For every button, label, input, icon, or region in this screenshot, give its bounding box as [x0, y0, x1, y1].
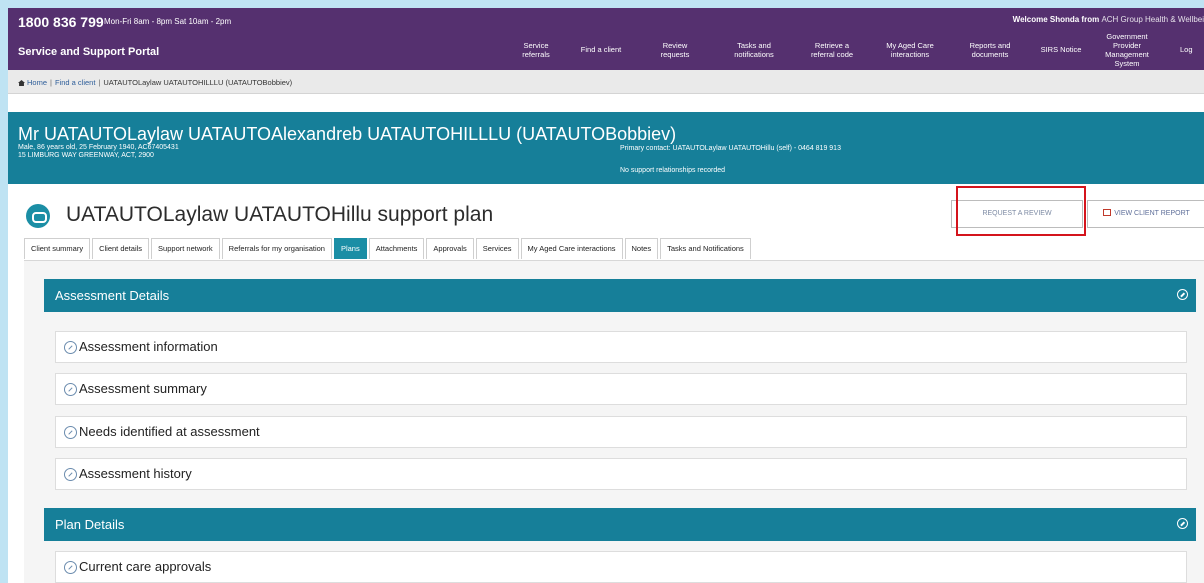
expand-icon — [64, 468, 77, 481]
accordion-assessment-information[interactable]: Assessment information — [55, 331, 1187, 363]
client-details: Male, 86 years old, 25 February 1940, AC… — [18, 144, 179, 151]
tab-support-network[interactable]: Support network — [151, 238, 220, 259]
accordion-needs-identified[interactable]: Needs identified at assessment — [55, 416, 1187, 448]
nav-service-referrals[interactable]: Service referrals — [518, 41, 554, 59]
accordion-assessment-history[interactable]: Assessment history — [55, 458, 1187, 490]
nav-retrieve-referral-code[interactable]: Retrieve a referral code — [805, 41, 859, 59]
phone-number: 1800 836 799 — [18, 14, 104, 30]
nav-government-provider-management-system[interactable]: Government Provider Management System — [1104, 32, 1150, 68]
breadcrumb-current: UATAUTOLaylaw UATAUTOHILLLU (UATAUTOBobb… — [103, 78, 293, 87]
breadcrumb: Home | Find a client | UATAUTOLaylaw UATAUTO… — [8, 70, 1204, 94]
handshake-icon — [26, 204, 50, 228]
tab-tasks-and-notifications[interactable]: Tasks and Notifications — [660, 238, 751, 259]
assessment-details-title: Assessment Details — [55, 288, 170, 303]
tab-bar: Client summary Client details Support ne… — [24, 238, 753, 260]
welcome-text: Welcome Shonda from — [1012, 15, 1100, 24]
home-icon — [18, 80, 25, 86]
expand-icon — [64, 426, 77, 439]
top-bar: 1800 836 799 Mon-Fri 8am - 8pm Sat 10am … — [8, 8, 1204, 70]
accordion-label: Current care approvals — [79, 559, 212, 574]
expand-all-icon[interactable] — [1177, 289, 1188, 300]
opening-hours: Mon-Fri 8am - 8pm Sat 10am - 2pm — [104, 17, 232, 26]
portal-title[interactable]: Service and Support Portal — [18, 46, 159, 58]
organisation-link[interactable]: ACH Group Health & Wellbei — [1101, 15, 1204, 24]
tab-my-aged-care-interactions[interactable]: My Aged Care interactions — [520, 238, 623, 259]
breadcrumb-find-client[interactable]: Find a client — [55, 78, 95, 87]
tab-client-details[interactable]: Client details — [92, 238, 150, 259]
support-relationships: No support relationships recorded — [620, 167, 726, 174]
accordion-label: Needs identified at assessment — [79, 424, 260, 439]
primary-contact: Primary contact: UATAUTOLaylaw UATAUTOHi… — [620, 145, 841, 152]
portal-window: 1800 836 799 Mon-Fri 8am - 8pm Sat 10am … — [8, 8, 1204, 583]
tab-approvals[interactable]: Approvals — [426, 238, 474, 259]
nav-find-a-client[interactable]: Find a client — [578, 45, 624, 54]
nav-sirs-notice[interactable]: SIRS Notice — [1038, 45, 1084, 54]
assessment-details-header[interactable]: Assessment Details — [44, 279, 1196, 312]
accordion-label: Assessment history — [79, 466, 192, 481]
client-name: Mr UATAUTOLaylaw UATAUTOAlexandreb UATAU… — [18, 124, 677, 144]
tab-referrals-for-my-organisation[interactable]: Referrals for my organisation — [221, 238, 332, 259]
expand-icon — [64, 561, 77, 574]
tab-attachments[interactable]: Attachments — [368, 238, 425, 259]
breadcrumb-home[interactable]: Home — [27, 78, 47, 87]
nav-log-out[interactable]: Log — [1180, 45, 1204, 54]
highlight-box — [956, 186, 1086, 236]
page-title: UATAUTOLaylaw UATAUTOHillu support plan — [66, 203, 494, 226]
welcome-message: Welcome Shonda from ACH Group Health & W… — [1013, 15, 1204, 24]
view-client-report-button[interactable]: VIEW CLIENT REPORT — [1087, 200, 1204, 228]
plan-details-header[interactable]: Plan Details — [44, 508, 1196, 541]
accordion-assessment-summary[interactable]: Assessment summary — [55, 373, 1187, 405]
tab-notes[interactable]: Notes — [624, 238, 659, 259]
client-address: 15 LIMBURG WAY GREENWAY, ACT, 2900 — [18, 152, 154, 159]
view-client-report-label: VIEW CLIENT REPORT — [1114, 210, 1190, 217]
printer-icon — [1103, 209, 1112, 216]
nav-review-requests[interactable]: Review requests — [656, 41, 694, 59]
accordion-label: Assessment summary — [79, 381, 207, 396]
tab-client-summary[interactable]: Client summary — [24, 238, 91, 259]
plan-details-title: Plan Details — [55, 517, 125, 532]
plans-content: Assessment Details Assessment informatio… — [24, 260, 1204, 583]
tab-services[interactable]: Services — [475, 238, 519, 259]
nav-reports-documents[interactable]: Reports and documents — [965, 41, 1015, 59]
expand-all-icon[interactable] — [1177, 518, 1188, 529]
client-header: Mr UATAUTOLaylaw UATAUTOAlexandreb UATAU… — [8, 112, 1204, 184]
expand-icon — [64, 383, 77, 396]
accordion-current-care-approvals[interactable]: Current care approvals — [55, 551, 1187, 583]
expand-icon — [64, 341, 77, 354]
nav-my-aged-care-interactions[interactable]: My Aged Care interactions — [880, 41, 940, 59]
accordion-label: Assessment information — [79, 339, 218, 354]
nav-tasks-notifications[interactable]: Tasks and notifications — [726, 41, 782, 59]
tab-plans[interactable]: Plans — [333, 238, 367, 259]
